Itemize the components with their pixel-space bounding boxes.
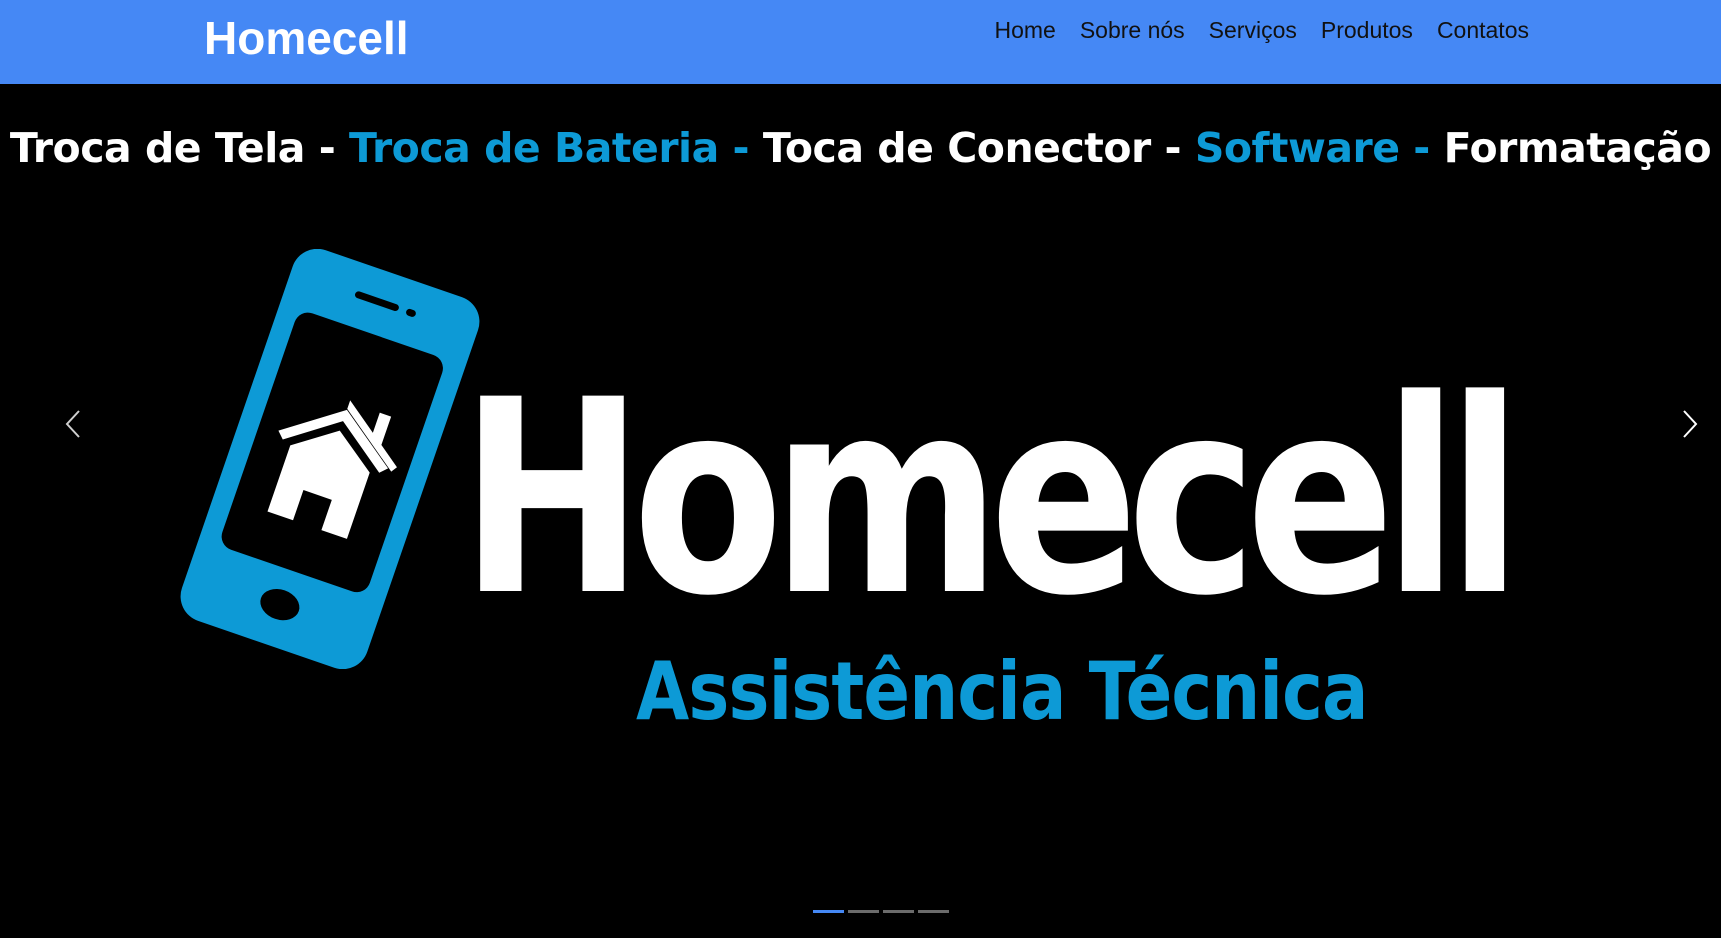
service-troca-de-bateria: Troca de Bateria -	[348, 124, 763, 172]
nav-link-produtos[interactable]: Produtos	[1309, 14, 1425, 46]
services-banner: Troca de Tela - Troca de Bateria - Toca …	[0, 120, 1721, 176]
navbar: Homecell Home Sobre nós Serviços Produto…	[0, 0, 1721, 84]
nav-link-contatos[interactable]: Contatos	[1425, 14, 1541, 46]
carousel-indicator-4[interactable]	[918, 910, 949, 913]
service-troca-de-tela: Troca de Tela -	[9, 124, 349, 172]
phone-house-icon	[180, 249, 480, 669]
nav-link-servicos[interactable]: Serviços	[1197, 14, 1309, 46]
nav-link-sobre-nos[interactable]: Sobre nós	[1068, 14, 1197, 46]
nav-links: Home Sobre nós Serviços Produtos Contato…	[982, 14, 1541, 46]
homecell-logo-text: Homecell	[460, 343, 1523, 655]
service-toca-de-conector: Toca de Conector -	[762, 124, 1195, 172]
carousel-next-button[interactable]	[1659, 384, 1719, 464]
hero-carousel: Troca de Tela - Troca de Bateria - Toca …	[0, 84, 1721, 938]
chevron-left-icon	[65, 410, 80, 438]
carousel-indicator-3[interactable]	[883, 910, 914, 913]
carousel-indicators	[813, 910, 949, 913]
carousel-prev-button[interactable]	[44, 384, 104, 464]
service-software: Software -	[1194, 124, 1444, 172]
navbar-brand[interactable]: Homecell	[204, 10, 409, 66]
tagline: Assistência Técnica	[636, 645, 1368, 738]
carousel-indicator-1[interactable]	[813, 910, 844, 913]
service-formatacao: Formatação	[1443, 124, 1712, 172]
carousel-indicator-2[interactable]	[848, 910, 879, 913]
chevron-right-icon	[1683, 410, 1698, 438]
nav-link-home[interactable]: Home	[982, 14, 1067, 46]
